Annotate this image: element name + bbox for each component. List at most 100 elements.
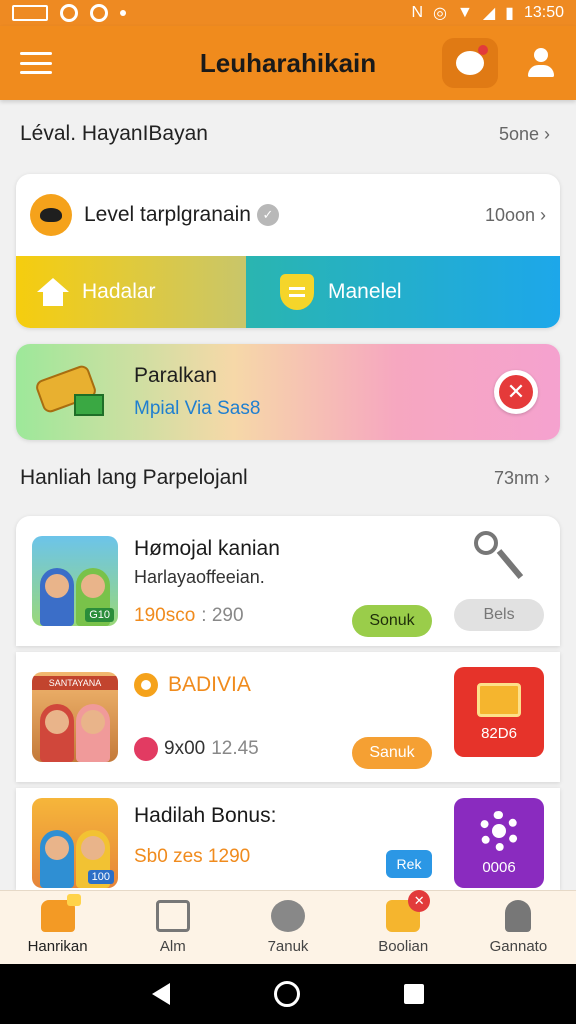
nav-label: Alm [159, 938, 186, 955]
gear-icon [479, 810, 519, 851]
section-header-level: Léval. HayanIBayan 5one › [20, 118, 550, 150]
shield-level-button[interactable]: Manelel [246, 256, 560, 328]
see-more-link[interactable]: 73nm › [494, 468, 550, 489]
back-icon[interactable] [152, 983, 170, 1005]
level-card-header[interactable]: Level tarplgranain ✓ 10oon › [16, 174, 560, 256]
home-button-icon[interactable] [274, 981, 300, 1007]
item-meta: Sb0 zes 1290 [134, 846, 250, 868]
coin-icon [30, 194, 72, 236]
profile-icon[interactable] [528, 48, 554, 80]
mail-icon [386, 890, 431, 932]
nav-item-home[interactable]: Hanrikan [0, 891, 115, 964]
reward-box-button[interactable]: 82D6 [454, 667, 544, 757]
promo-title: Paralkan [134, 364, 217, 387]
gift-box-icon [477, 682, 521, 717]
wrench-icon [474, 531, 524, 587]
notification-badge [478, 45, 488, 55]
item-meta: 9x00 12.45 [134, 737, 259, 761]
system-navigation-bar [0, 964, 576, 1024]
claim-button[interactable]: Sanuk [352, 737, 432, 769]
shield-level-label: Manelel [328, 280, 402, 303]
close-icon: ✕ [499, 375, 533, 409]
item-action: 0006 [454, 798, 544, 890]
nav-item-explore[interactable]: 7anuk [230, 891, 345, 964]
home-level-label: Hadalar [82, 280, 156, 303]
level-more-link[interactable]: 10oon › [485, 205, 546, 226]
nav-label: Hanrikan [27, 938, 88, 955]
item-points: 9x00 [164, 738, 206, 759]
item-action: 82D6 [454, 667, 544, 767]
item-thumbnail: SANTAYANA [32, 672, 118, 762]
settings-reward-button[interactable]: 0006 [454, 798, 544, 888]
section-header-tasks: Hanliah lang Parpelojanl 73nm › [20, 462, 550, 494]
thumbnail-banner: SANTAYANA [32, 676, 118, 690]
status-bar: N ◎ ▼ ◢ ▮ 13:50 [0, 0, 576, 26]
bottom-navigation: Hanrikan Alm 7anuk Boolian Gannato [0, 890, 576, 964]
signal-icon: ◢ [482, 5, 496, 22]
nav-item-profile[interactable]: Gannato [461, 891, 576, 964]
nav-item-archive[interactable]: Alm [115, 891, 230, 964]
nav-item-inbox[interactable]: Boolian [346, 890, 461, 964]
item-count: : 290 [201, 605, 244, 626]
cart-icon [40, 894, 81, 932]
item-title: Hømojal kanian [134, 537, 280, 560]
claim-button[interactable]: Sonuk [352, 605, 432, 637]
badge-icon [134, 737, 158, 761]
shield-icon [280, 274, 314, 310]
nfc-icon: N [411, 4, 424, 21]
item-title: Hadilah Bonus: [134, 804, 277, 827]
item-thumbnail: 100 [32, 798, 118, 888]
item-subtitle: Harlayaoffeeian. [134, 567, 265, 587]
chat-icon [456, 45, 488, 75]
settings-reward-label: 0006 [482, 858, 516, 876]
reward-scroll-icon [33, 363, 108, 420]
alarm-icon: ◎ [433, 5, 447, 22]
wifi-icon: ▼ [456, 4, 473, 21]
notification-icon [60, 4, 78, 22]
item-title-row: BADIVIA [134, 673, 251, 697]
see-more-link[interactable]: 5one › [499, 124, 550, 145]
level-split-buttons: Hadalar Manelel [16, 256, 560, 328]
nav-label: 7anuk [267, 938, 309, 955]
notification-icon [90, 4, 108, 22]
flower-icon [134, 673, 158, 697]
item-action: Bels [454, 531, 544, 631]
details-button[interactable]: Bels [454, 599, 544, 631]
item-title: BADIVIA [168, 673, 251, 696]
item-points: Sb0 zes 1290 [134, 846, 251, 867]
list-item[interactable]: 100 Hadilah Bonus: Sb0 zes 1290 Rek 0006 [16, 788, 560, 890]
promo-banner[interactable]: Paralkan Mpial Via Sas8 ✕ [16, 344, 560, 440]
level-title: Level tarplgranain [84, 203, 251, 226]
close-promo-button[interactable]: ✕ [494, 370, 538, 414]
list-item[interactable]: SANTAYANA BADIVIA 9x00 12.45 Sanuk 82D6 [16, 652, 560, 782]
archive-icon [155, 900, 190, 932]
verified-icon: ✓ [256, 204, 279, 226]
section-title: Hanliah lang Parpelojanl [20, 466, 248, 489]
nav-label: Boolian [378, 938, 429, 955]
promo-subtitle: Mpial Via Sas8 [134, 398, 261, 419]
notification-icon [12, 5, 48, 21]
status-time: 13:50 [523, 4, 564, 21]
list-item[interactable]: G10 Hømojal kanian Harlayaoffeeian. 190s… [16, 516, 560, 646]
app-bar: Leuharahikain [0, 26, 576, 100]
item-badge-button[interactable]: Rek [386, 850, 432, 878]
nav-label: Gannato [489, 938, 548, 955]
battery-icon: ▮ [505, 5, 514, 22]
item-meta: 190sco : 290 [134, 605, 244, 627]
user-icon [505, 900, 532, 932]
section-title: Léval. HayanIBayan [20, 122, 208, 145]
reward-box-label: 82D6 [481, 724, 517, 742]
home-level-button[interactable]: Hadalar [16, 256, 246, 328]
item-thumbnail: G10 [32, 536, 118, 626]
level-card: Level tarplgranain ✓ 10oon › Hadalar Man… [16, 174, 560, 328]
notification-dot-icon [120, 10, 126, 16]
compass-icon [271, 900, 305, 932]
item-count: 12.45 [211, 738, 259, 759]
thumbnail-tag: 100 [87, 870, 114, 884]
recent-apps-icon[interactable] [404, 984, 424, 1004]
menu-icon[interactable] [20, 52, 52, 74]
home-icon [37, 278, 69, 306]
thumbnail-tag: G10 [85, 608, 114, 622]
chat-button[interactable] [442, 38, 498, 88]
item-points: 190sco [134, 605, 196, 626]
